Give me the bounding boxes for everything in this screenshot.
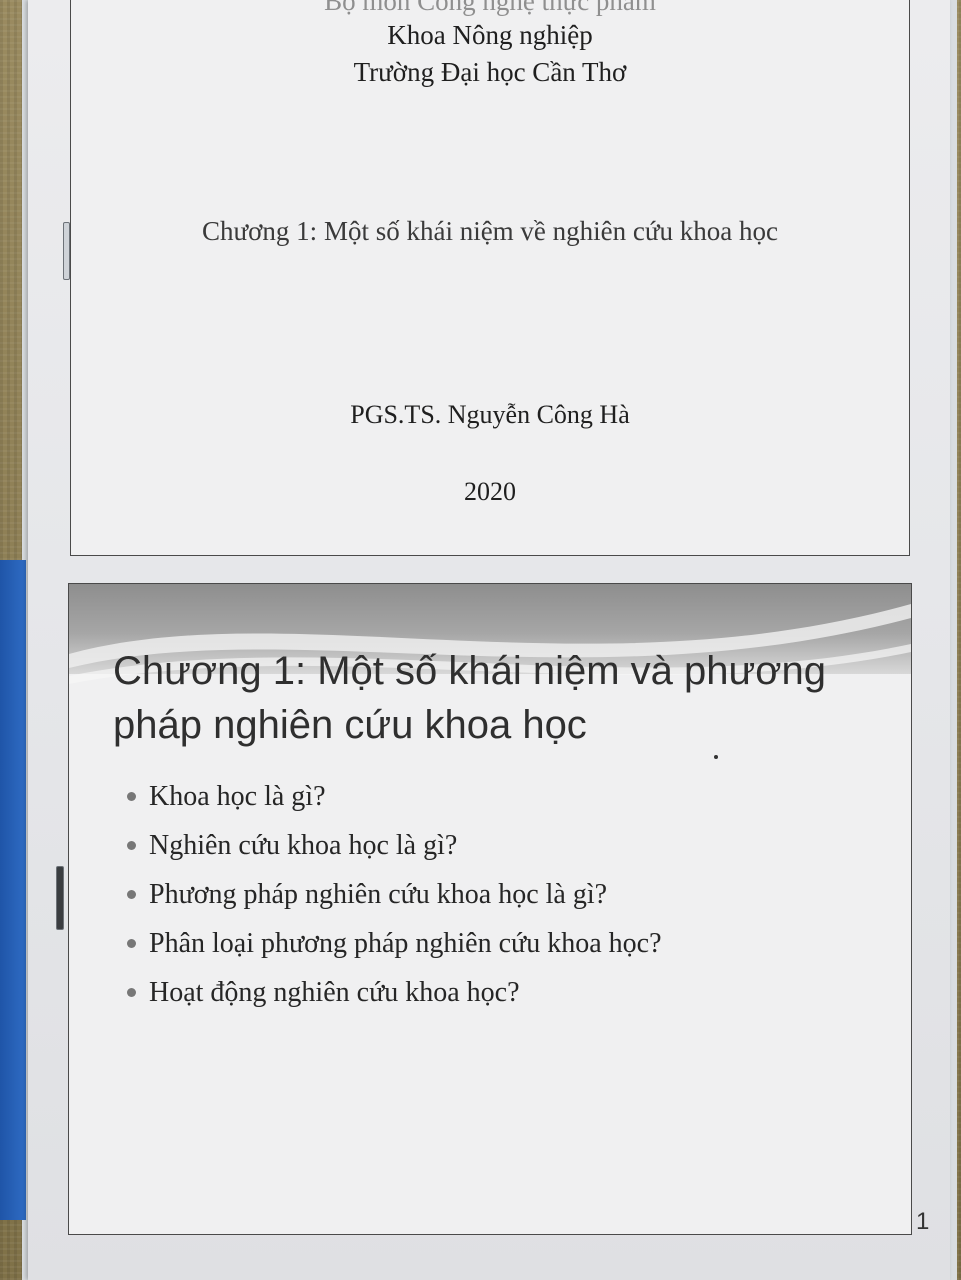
- list-item: Nghiên cứu khoa học là gì?: [127, 821, 662, 870]
- outline-slide: Chương 1: Một số khái niệm và phương phá…: [68, 583, 912, 1235]
- list-item: Khoa học là gì?: [127, 772, 662, 821]
- handwritten-page-number: 1: [916, 1208, 930, 1235]
- list-item: Hoạt động nghiên cứu khoa học?: [127, 968, 662, 1017]
- chapter-title: Chương 1: Một số khái niệm về nghiên cứu…: [202, 216, 778, 246]
- author-name: PGS.TS. Nguyễn Công Hà: [350, 400, 630, 429]
- list-item: Phân loại phương pháp nghiên cứu khoa họ…: [127, 919, 662, 968]
- outline-slide-title: Chương 1: Một số khái niệm và phương phá…: [113, 649, 827, 747]
- year: 2020: [464, 477, 516, 506]
- staple-top: [63, 222, 70, 280]
- title-slide: Bộ môn Công nghệ thực phẩm Khoa Nông ngh…: [70, 0, 910, 556]
- stray-ink-mark: [714, 755, 718, 759]
- department-name: Bộ môn Công nghệ thực phẩm: [324, 0, 656, 16]
- staple-bottom: [56, 866, 64, 930]
- faculty-name: Khoa Nông nghiệp: [387, 20, 593, 50]
- list-item: Phương pháp nghiên cứu khoa học là gì?: [127, 870, 662, 919]
- university-name: Trường Đại học Cần Thơ: [353, 57, 627, 87]
- blue-cover-edge: [0, 560, 26, 1220]
- topic-list: Khoa học là gì? Nghiên cứu khoa học là g…: [127, 772, 662, 1017]
